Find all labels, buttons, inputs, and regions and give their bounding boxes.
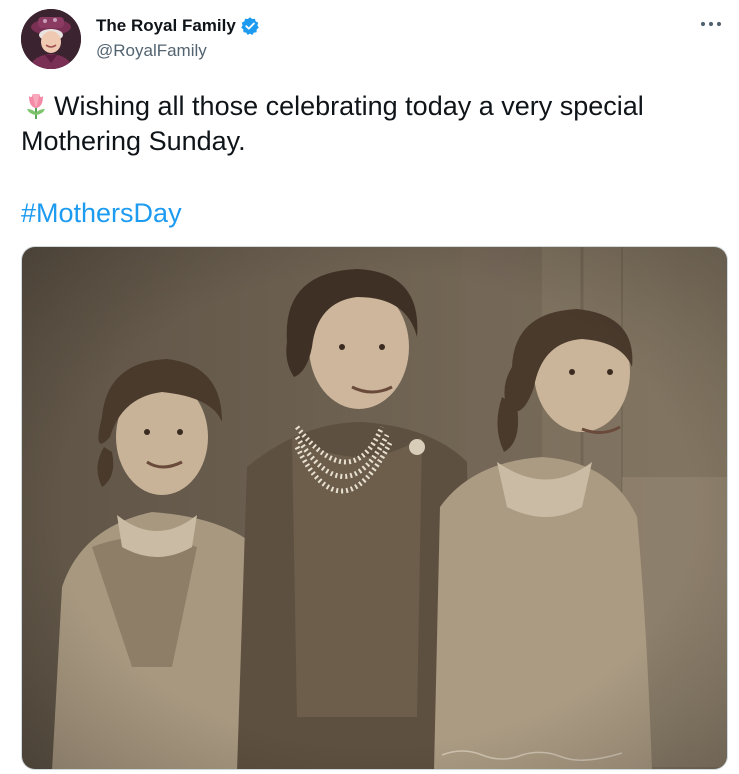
more-options-button[interactable] [697,12,725,36]
tulip-icon [21,90,51,120]
tweet-body-text: Wishing all those celebrating today a ve… [21,91,644,156]
author-block: The Royal Family @RoyalFamily [96,14,260,61]
author-name-row: The Royal Family [96,14,260,38]
tweet-card: The Royal Family @RoyalFamily Wishing al… [0,0,739,774]
avatar[interactable] [21,9,81,69]
sepia-photo-image [22,247,727,769]
more-options-icon [700,21,722,27]
author-display-name[interactable]: The Royal Family [96,16,236,36]
avatar-photo [21,9,81,69]
tweet-text: Wishing all those celebrating today a ve… [21,89,721,159]
hashtag-link[interactable]: #MothersDay [21,196,182,231]
verified-badge-icon [240,16,260,36]
tweet-photo[interactable] [21,246,728,770]
author-handle[interactable]: @RoyalFamily [96,41,260,61]
